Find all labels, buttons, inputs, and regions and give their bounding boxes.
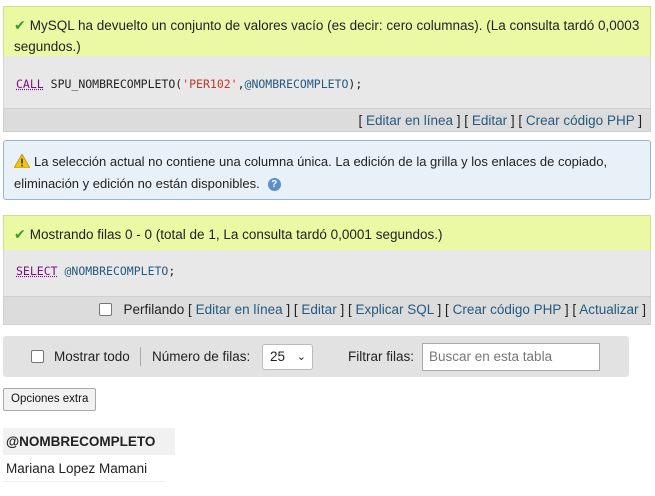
- sql-keyword[interactable]: SELECT: [16, 264, 58, 278]
- refresh-link[interactable]: Actualizar: [579, 302, 638, 317]
- edit-link[interactable]: Editar: [472, 113, 507, 128]
- edit-inline-link[interactable]: Editar en línea: [366, 113, 453, 128]
- chevron-down-icon: ⌄: [296, 351, 306, 363]
- edit-inline-link[interactable]: Editar en línea: [196, 302, 283, 317]
- success-text: MySQL ha devuelto un conjunto de valores…: [14, 18, 640, 54]
- table-cell: Mariana Lopez Mamani: [3, 455, 165, 482]
- rows-select[interactable]: 25 ⌄: [262, 344, 313, 370]
- success-message-2: ✔ Mostrando filas 0 - 0 (total de 1, La c…: [3, 215, 651, 250]
- help-icon[interactable]: ?: [267, 178, 281, 191]
- query-actions-2: Perfilando [ Editar en línea ] [ Editar …: [3, 296, 651, 325]
- profiling-label: Perfilando: [123, 302, 185, 317]
- filter-label: Filtrar filas:: [348, 349, 415, 364]
- sql-comma: ,: [237, 77, 245, 91]
- sql-end: );: [348, 77, 363, 91]
- notice-message: La selección actual no contiene una colu…: [3, 140, 651, 200]
- success-text-2: Mostrando filas 0 - 0 (total de 1, La co…: [29, 227, 443, 242]
- sql-end: ;: [168, 264, 176, 278]
- check-icon: ✔: [14, 17, 26, 33]
- notice-text: La selección actual no contiene una colu…: [14, 154, 608, 191]
- create-php-link[interactable]: Crear código PHP: [453, 302, 562, 317]
- rows-label: Número de filas:: [152, 349, 251, 364]
- warning-icon: [14, 154, 30, 168]
- sql-keyword[interactable]: CALL: [16, 77, 44, 91]
- profiling-checkbox[interactable]: [99, 303, 113, 316]
- sql-string: 'PER102': [182, 77, 238, 91]
- explain-sql-link[interactable]: Explicar SQL: [356, 302, 434, 317]
- success-message: ✔ MySQL ha devuelto un conjunto de valore…: [3, 6, 651, 56]
- extra-options-button[interactable]: Opciones extra: [3, 388, 97, 411]
- create-php-link[interactable]: Crear código PHP: [526, 113, 635, 128]
- table-navigation: Mostrar todo Número de filas: 25 ⌄ Filtr…: [3, 336, 629, 377]
- sql-query-box-2: SELECT @NOMBRECOMPLETO;: [3, 250, 651, 296]
- search-placeholder: Buscar en esta tabla: [429, 349, 553, 364]
- column-header[interactable]: @NOMBRECOMPLETO: [3, 428, 175, 455]
- divider: [140, 347, 141, 366]
- sql-variable: @NOMBRECOMPLETO: [64, 264, 169, 278]
- sql-function: SPU_NOMBRECOMPLETO(: [50, 77, 183, 91]
- show-all-checkbox[interactable]: [31, 350, 44, 363]
- sql-query-box: CALL SPU_NOMBRECOMPLETO('PER102',@NOMBRE…: [3, 56, 651, 108]
- sql-variable: @NOMBRECOMPLETO: [244, 77, 349, 91]
- show-all-label: Mostrar todo: [54, 349, 130, 364]
- filter-search-input[interactable]: Buscar en esta tabla: [422, 343, 600, 371]
- query-actions: [ Editar en línea ] [ Editar ] [ Crear c…: [3, 108, 651, 132]
- rows-select-value: 25: [270, 349, 286, 364]
- check-icon: ✔: [14, 226, 26, 242]
- edit-link[interactable]: Editar: [301, 302, 336, 317]
